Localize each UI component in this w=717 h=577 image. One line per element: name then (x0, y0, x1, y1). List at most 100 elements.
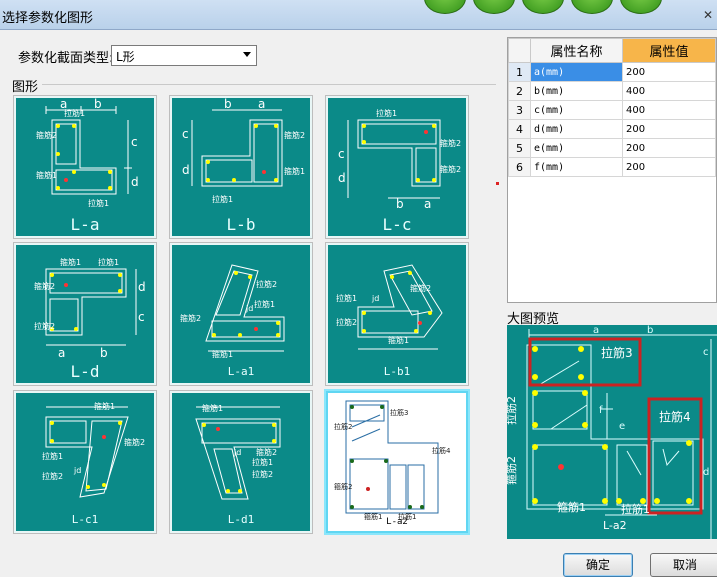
title-decoration (424, 0, 466, 14)
svg-text:e: e (619, 421, 625, 432)
svg-text:c: c (131, 135, 138, 149)
row-index: 2 (508, 81, 531, 101)
svg-text:箍筋1: 箍筋1 (284, 166, 305, 176)
svg-text:a: a (58, 346, 65, 360)
svg-text:箍筋2: 箍筋2 (34, 281, 55, 291)
property-value[interactable]: 200 (622, 119, 716, 139)
svg-text:b: b (647, 325, 653, 336)
svg-text:箍筋2: 箍筋2 (334, 482, 352, 491)
graphics-group-label: 图形 (12, 76, 43, 95)
table-row[interactable]: 5 e(mm) 200 (508, 138, 716, 158)
svg-text:jd: jd (73, 466, 81, 475)
svg-text:d: d (131, 175, 139, 189)
section-type-label: 参数化截面类型: (18, 51, 114, 66)
svg-text:拉筋1: 拉筋1 (64, 108, 85, 118)
thumbnail-label: L-b1 (383, 365, 411, 378)
svg-text:L-a2: L-a2 (603, 519, 627, 532)
svg-text:拉筋3: 拉筋3 (601, 345, 633, 360)
svg-text:拉筋1: 拉筋1 (212, 194, 233, 204)
l-a1-drawing: 拉筋2 拉筋1 箍筋2 jd 箍筋1 (180, 264, 285, 359)
thumbnail-label: L-a1 (227, 365, 255, 378)
section-type-select[interactable]: L形 (111, 45, 257, 66)
svg-text:拉筋4: 拉筋4 (432, 446, 451, 455)
thumbnail-label: L-c1 (71, 513, 99, 526)
thumbnail-l-c[interactable]: cd b a 拉筋1 箍筋2 箍筋2 L-c (326, 96, 468, 238)
svg-text:b: b (100, 346, 108, 360)
svg-text:d: d (138, 280, 146, 294)
l-a2-drawing: 拉筋3拉筋2箍筋2拉筋4箍筋1 拉筋1 (334, 400, 451, 521)
svg-text:拉筋1: 拉筋1 (621, 502, 650, 516)
close-icon[interactable]: ✕ (701, 8, 715, 22)
title-bar: 选择参数化图形 ✕ (0, 0, 717, 30)
svg-text:拉筋1: 拉筋1 (42, 451, 63, 461)
cancel-button[interactable]: 取消 (650, 553, 717, 577)
table-row[interactable]: 3 c(mm) 400 (508, 100, 716, 120)
l-b1-drawing: 箍筋2 jd 拉筋1 拉筋2 箍筋1 (336, 264, 443, 350)
svg-text:箍筋2: 箍筋2 (410, 283, 431, 293)
window-title: 选择参数化图形 (2, 11, 94, 26)
preview-drawing: 拉筋3 拉筋4 拉筋2 箍筋2 箍筋1 拉筋1 L-a2 b a f e c d (507, 325, 717, 539)
thumbnail-l-c1[interactable]: 箍筋1 箍筋2 拉筋1 jd 拉筋2 L-c1 (14, 391, 156, 533)
title-decoration (522, 0, 564, 14)
header-property-name: 属性名称 (530, 38, 623, 63)
svg-text:拉筋2: 拉筋2 (34, 321, 55, 331)
table-row[interactable]: 6 f(mm) 200 (508, 157, 716, 177)
title-decoration (620, 0, 662, 14)
property-name: f(mm) (530, 157, 623, 177)
thumbnail-l-d[interactable]: a b c d 箍筋1 拉筋1 箍筋2 拉筋2 L-d (14, 243, 156, 385)
ok-button[interactable]: 确定 (563, 553, 633, 577)
preview-panel: 拉筋3 拉筋4 拉筋2 箍筋2 箍筋1 拉筋1 L-a2 b a f e c d (507, 325, 717, 539)
title-decoration (473, 0, 515, 14)
svg-text:箍筋1: 箍筋1 (94, 401, 115, 411)
svg-text:拉筋1: 拉筋1 (336, 293, 357, 303)
svg-text:a: a (258, 98, 265, 111)
header-index (508, 38, 531, 63)
property-name: d(mm) (530, 119, 623, 139)
svg-text:jd: jd (371, 294, 379, 303)
thumbnail-l-b[interactable]: b a c d 拉筋1 箍筋2 箍筋1 L-b (170, 96, 312, 238)
svg-text:c: c (182, 127, 189, 141)
svg-text:拉筋1: 拉筋1 (252, 457, 273, 467)
table-row[interactable]: 1 a(mm) 200 (508, 62, 716, 82)
svg-text:箍筋1: 箍筋1 (60, 257, 81, 267)
svg-text:箍筋1: 箍筋1 (202, 403, 223, 413)
svg-text:箍筋1: 箍筋1 (212, 349, 233, 359)
thumbnail-l-a[interactable]: abcd 拉筋1 箍筋2 箍筋1 拉筋1 L-a (14, 96, 156, 238)
svg-text:d: d (338, 171, 346, 185)
thumbnail-label: L-b (226, 215, 256, 234)
svg-text:拉筋2: 拉筋2 (336, 317, 357, 327)
svg-text:拉筋2: 拉筋2 (334, 422, 352, 431)
thumbnail-l-a1[interactable]: 拉筋2 拉筋1 箍筋2 jd 箍筋1 L-a1 (170, 243, 312, 385)
row-index: 5 (508, 138, 531, 158)
svg-text:拉筋2: 拉筋2 (507, 396, 518, 425)
property-value[interactable]: 400 (622, 100, 716, 120)
marker-dot (496, 182, 499, 185)
thumbnail-l-d1[interactable]: 箍筋1 箍筋2 jd 拉筋1 拉筋2 L-d1 (170, 391, 312, 533)
svg-text:jd: jd (245, 304, 253, 313)
property-table: 属性名称 属性值 1 a(mm) 200 2 b(mm) 400 3 c(mm)… (507, 37, 717, 303)
svg-text:箍筋2: 箍筋2 (507, 456, 518, 485)
property-value[interactable]: 200 (622, 138, 716, 158)
property-value[interactable]: 200 (622, 62, 716, 82)
svg-text:拉筋1: 拉筋1 (376, 108, 397, 118)
thumbnail-l-b1[interactable]: 箍筋2 jd 拉筋1 拉筋2 箍筋1 L-b1 (326, 243, 468, 385)
svg-text:箍筋2: 箍筋2 (36, 130, 57, 140)
property-value[interactable]: 400 (622, 81, 716, 101)
svg-text:拉筋1: 拉筋1 (254, 299, 275, 309)
property-value[interactable]: 200 (622, 157, 716, 177)
thumbnail-label: L-a2 (386, 517, 408, 527)
group-divider (42, 84, 496, 85)
thumbnail-l-a2[interactable]: 拉筋3 拉筋2 箍筋2 拉筋4 箍筋1 拉筋1 L-a2 (326, 391, 468, 533)
table-row[interactable]: 4 d(mm) 200 (508, 119, 716, 139)
property-name: e(mm) (530, 138, 623, 158)
table-row[interactable]: 2 b(mm) 400 (508, 81, 716, 101)
svg-text:f: f (599, 405, 603, 416)
property-name: c(mm) (530, 100, 623, 120)
l-d1-drawing: 箍筋1 箍筋2 jd 拉筋1 拉筋2 (195, 403, 281, 500)
thumbnail-label: L-a (70, 215, 100, 234)
svg-text:箍筋2: 箍筋2 (440, 164, 461, 174)
svg-text:箍筋2: 箍筋2 (180, 313, 201, 323)
row-index: 6 (508, 157, 531, 177)
thumbnail-label: L-d1 (227, 513, 255, 526)
thumbnail-label: L-d (70, 362, 100, 381)
